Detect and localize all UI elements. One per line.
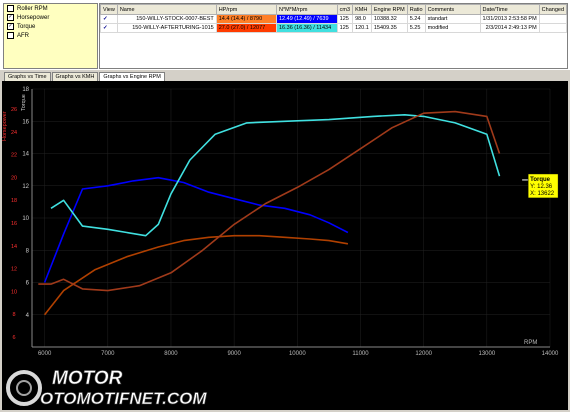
runs-table: View Name HP/rpm N*M*M/rpm cm3 KMH Engin… [99,3,568,69]
y-tick-label: 6 [26,281,30,287]
col-view[interactable]: View [100,4,118,15]
x-tick-label: 9000 [227,351,241,357]
tab-graphs-vs-time[interactable]: Graphs vs Time [4,72,51,81]
afr-label: AFR [17,32,29,39]
ylabel-right: Torque [21,94,27,111]
torque-checkbox[interactable]: ✓ [7,23,14,30]
tire-hub-icon [16,380,32,396]
motor-otomotifnet-watermark: MOTOR OTOMOTIFNET.COM [6,368,208,408]
run-kmh: 98.0 [352,14,372,24]
col-kmh[interactable]: KMH [352,4,372,15]
col-cm3[interactable]: cm3 [336,4,354,15]
hp-tick-label: 20 [11,175,17,181]
view-check[interactable]: ✓ [100,14,118,24]
run-hp: 14.4 (14.4) / 8790 [215,14,277,24]
cursor-tooltip-y: Y: 12.36 [530,184,553,190]
cursor-tooltip-title: Torque [530,177,551,183]
x-tick-label: 7000 [101,351,115,357]
roller-rpm-label: Roller RPM [17,5,48,12]
run-nm: 16.36 (16.36) / 11434 [275,23,338,33]
run-comments: standart [424,14,481,24]
run-name: 150-WILLY-STOCK-0007-BEST [116,14,217,24]
y-tick-label: 8 [26,248,30,254]
col-datetime[interactable]: Date/Time [479,4,540,15]
runs-header-area: Roller RPM ✓ Horsepower ✓ Torque AFR Vie… [0,0,570,70]
hp-tick-label: 14 [11,244,17,250]
col-nm[interactable]: N*M*M/rpm [275,4,338,15]
runs-table-header: View Name HP/rpm N*M*M/rpm cm3 KMH Engin… [100,4,568,15]
y-tick-label: 4 [26,313,30,319]
col-engine-rpm[interactable]: Engine RPM [370,4,408,15]
cursor-tooltip-x: X: 13622 [530,191,555,197]
run-nm: 12.49 (12.49) / 7639 [275,14,338,24]
table-row[interactable]: ✓ 150-WILLY-AFTERTURING-1015 27.0 (27.0)… [100,23,568,33]
col-hp[interactable]: HP/rpm [215,4,277,15]
x-tick-label: 13000 [478,351,495,357]
series-line-0 [43,176,349,283]
x-tick-label: 12000 [415,351,432,357]
run-cm3: 125 [336,14,354,24]
series-horsepower[interactable]: ✓ Horsepower [4,13,97,22]
run-engine-rpm: 15409.35 [370,23,408,33]
hp-tick-label: 12 [11,267,17,273]
x-tick-label: 14000 [542,351,559,357]
y-tick-label: 18 [22,87,29,93]
x-tick-label: 11000 [352,351,369,357]
hp-tick-label: 18 [11,198,17,204]
tab-graphs-vs-engine-rpm[interactable]: Graphs vs Engine RPM [99,72,165,81]
y-tick-label: 12 [22,184,29,190]
tab-graphs-vs-kmh[interactable]: Graphs vs KMH [51,72,99,81]
y-tick-label: 16 [22,119,29,125]
col-changed[interactable]: Changed [538,4,568,15]
hp-tick-label: 24 [11,130,17,136]
run-ratio: 5.24 [406,14,426,24]
horsepower-label: Horsepower [17,14,50,21]
roller-rpm-checkbox[interactable] [7,5,14,12]
xlabel: RPM [524,340,537,346]
col-comments[interactable]: Comments [424,4,481,15]
x-tick-label: 8000 [164,351,178,357]
dyno-chart[interactable]: 6000 7000 8000 9000 10000 11000 12000 13000 1400… [2,81,568,410]
dyno-chart-area[interactable]: 6000 7000 8000 9000 10000 11000 12000 13000 1400… [2,81,568,410]
afr-checkbox[interactable] [7,32,14,39]
hp-tick-label: 22 [11,153,17,159]
series-line-2 [50,113,501,237]
table-row[interactable]: ✓ 150-WILLY-STOCK-0007-BEST 14.4 (14.4) … [100,14,568,24]
watermark-line2: OTOMOTIFNET.COM [40,389,207,408]
watermark-line1: MOTOR [52,368,123,389]
x-tick-label: 10000 [289,351,306,357]
series-selector-panel: Roller RPM ✓ Horsepower ✓ Torque AFR [3,3,98,69]
run-ratio: 5.25 [406,23,426,33]
run-name: 150-WILLY-AFTERTURING-1015 [116,23,217,33]
y-tick-label: 10 [22,216,29,222]
run-comments: modified [424,23,481,33]
ylabel-left: Horsepower [2,111,8,141]
series-torque[interactable]: ✓ Torque [4,22,97,31]
tire-logo-icon [6,370,42,406]
run-datetime: 1/31/2013 2:53:58 PM [479,14,540,24]
run-changed [538,23,568,33]
hp-tick-label: 26 [11,107,17,113]
run-kmh: 120.1 [352,23,372,33]
run-cm3: 125 [336,23,354,33]
horsepower-checkbox[interactable]: ✓ [7,14,14,21]
col-ratio[interactable]: Ratio [406,4,426,15]
hp-tick-label: 10 [11,289,17,295]
hp-tick-label: 6 [12,335,15,341]
series-afr[interactable]: AFR [4,31,97,40]
hp-tick-label: 16 [11,221,17,227]
graph-tabs: Graphs vs Time Graphs vs KMH Graphs vs E… [4,72,166,81]
run-engine-rpm: 10388.32 [370,14,408,24]
hp-tick-label: 8 [12,312,15,318]
col-name[interactable]: Name [116,4,217,15]
x-tick-label: 6000 [38,351,52,357]
run-datetime: 2/3/2014 2:49:13 PM [479,23,540,33]
torque-label: Torque [17,23,36,30]
view-check[interactable]: ✓ [100,23,118,33]
run-hp: 27.0 (27.0) / 12077 [215,23,277,33]
run-changed [538,14,568,24]
series-roller-rpm[interactable]: Roller RPM [4,4,97,13]
y-tick-label: 14 [22,152,29,158]
series-line-1 [43,234,349,316]
